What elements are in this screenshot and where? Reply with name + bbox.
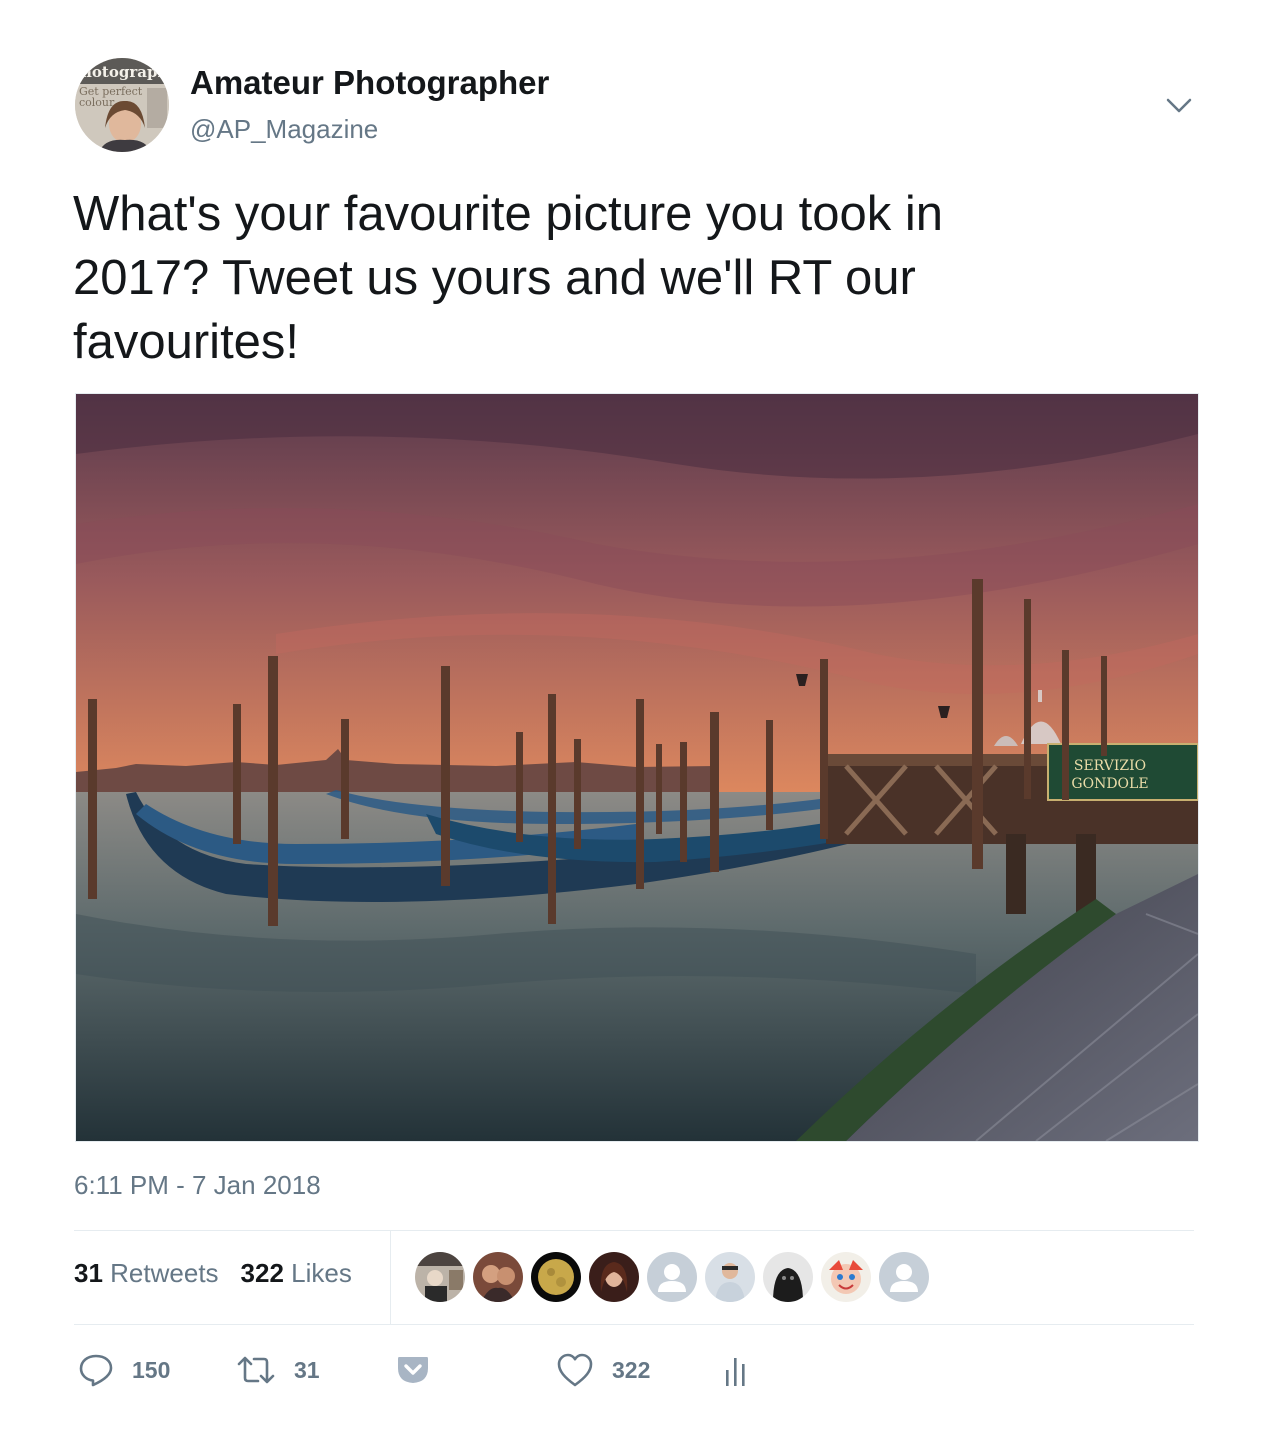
tweet-stats: 31 Retweets 322 Likes — [74, 1258, 352, 1289]
cartoon-avatar — [821, 1252, 871, 1302]
author-handle[interactable]: @AP_Magazine — [190, 114, 378, 145]
liker-avatar-6[interactable] — [705, 1252, 755, 1302]
default-avatar-1[interactable] — [647, 1252, 697, 1302]
likes-stat-count: 322 — [240, 1258, 284, 1288]
venice-gondolas-photo: SERVIZIO GONDOLE — [76, 394, 1198, 1141]
stats-separator — [390, 1231, 391, 1324]
tweet-timestamp[interactable]: 6:11 PM - 7 Jan 2018 — [74, 1170, 321, 1201]
like-button[interactable]: 322 — [556, 1350, 650, 1390]
divider-top — [74, 1230, 1194, 1231]
sign-line-2: GONDOLE — [1071, 776, 1148, 792]
liker-avatar-1[interactable] — [415, 1252, 465, 1302]
retweet-count: 31 — [294, 1356, 320, 1383]
retweet-icon — [237, 1356, 275, 1384]
reply-icon — [79, 1354, 113, 1387]
pocket-button[interactable] — [396, 1350, 430, 1390]
avatar-text-1: hotographe — [81, 63, 169, 81]
likes-stat-label: Likes — [291, 1258, 352, 1288]
liker-avatars — [415, 1252, 929, 1302]
retweets-stat-count: 31 — [74, 1258, 103, 1288]
author-name[interactable]: Amateur Photographer — [190, 64, 549, 102]
reply-button[interactable]: 150 — [78, 1350, 170, 1390]
heart-icon — [557, 1353, 593, 1387]
retweet-button[interactable]: 31 — [236, 1350, 320, 1390]
retweets-stat[interactable]: 31 Retweets — [74, 1258, 219, 1289]
liker-avatar-3[interactable] — [531, 1252, 581, 1302]
analytics-icon — [726, 1358, 745, 1386]
liker-avatar-4[interactable] — [589, 1252, 639, 1302]
liker-avatar-2[interactable] — [473, 1252, 523, 1302]
reply-count: 150 — [132, 1356, 171, 1383]
pocket-icon — [398, 1357, 428, 1383]
avatar-text-3: colour — [79, 96, 115, 109]
liker-avatar-8[interactable] — [821, 1252, 871, 1302]
sign-line-1: SERVIZIO — [1074, 758, 1146, 774]
likes-stat[interactable]: 322 Likes — [241, 1258, 352, 1289]
liker-avatar-7[interactable] — [763, 1252, 813, 1302]
moon-avatar — [531, 1252, 581, 1302]
retweets-stat-label: Retweets — [110, 1258, 219, 1288]
analytics-button[interactable] — [724, 1350, 748, 1390]
magazine-cover-avatar: hotographe Get perfect colour — [75, 58, 169, 152]
like-count: 322 — [612, 1356, 651, 1383]
divider-bottom — [74, 1324, 1194, 1325]
author-avatar[interactable]: hotographe Get perfect colour — [75, 58, 169, 152]
tweet-text: What's your favourite picture you took i… — [73, 187, 943, 369]
chevron-down-icon[interactable] — [1162, 88, 1196, 122]
tweet-photo[interactable]: SERVIZIO GONDOLE — [75, 393, 1199, 1142]
default-avatar-2[interactable] — [879, 1252, 929, 1302]
